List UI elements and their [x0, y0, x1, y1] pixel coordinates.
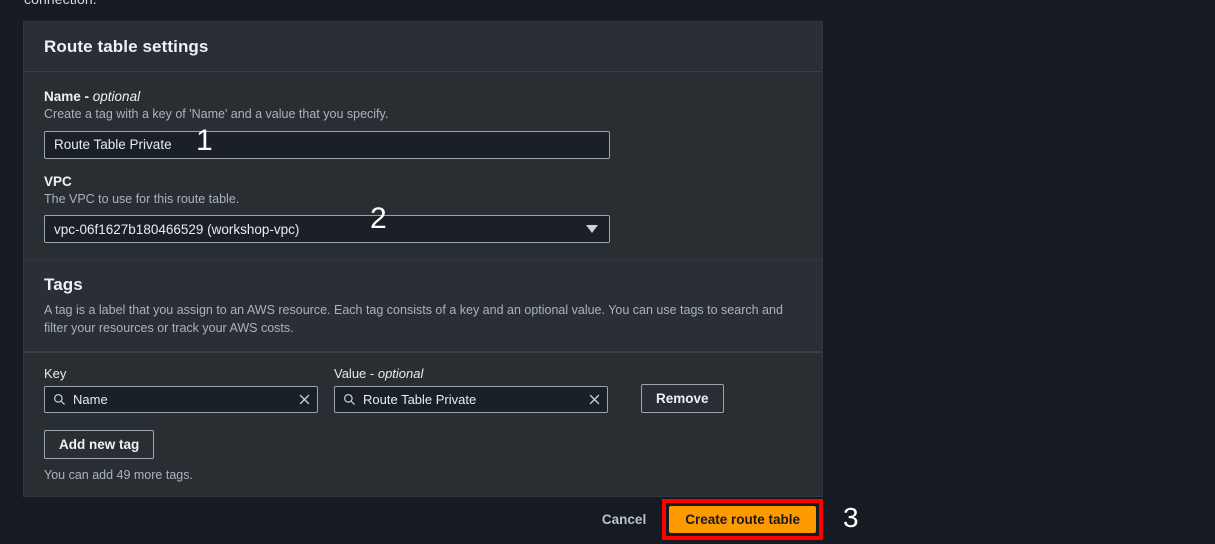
- tags-description: A tag is a label that you assign to an A…: [44, 303, 783, 336]
- close-icon[interactable]: [588, 393, 601, 406]
- tag-key-label: Key: [44, 366, 67, 382]
- name-label-optional: optional: [92, 89, 141, 104]
- name-field-description: Create a tag with a key of 'Name' and a …: [44, 107, 389, 121]
- tags-remaining-hint: You can add 49 more tags.: [44, 468, 193, 483]
- tag-value-label-optional: optional: [377, 366, 424, 382]
- annotation-highlight-box: Create route table: [662, 498, 823, 540]
- name-input[interactable]: Route Table Private: [44, 130, 610, 159]
- page-title: Route table settings: [44, 37, 209, 56]
- vpc-field-group: VPC The VPC to use for this route table.…: [44, 173, 802, 243]
- tag-key-input[interactable]: Name: [44, 386, 318, 414]
- settings-card-body: Name - optional Create a tag with a key …: [24, 72, 822, 263]
- name-label-text: Name -: [44, 89, 93, 104]
- name-field-group: Name - optional Create a tag with a key …: [44, 89, 802, 159]
- vpc-field-label: VPC: [44, 173, 72, 189]
- tag-key-column: Key Name: [44, 366, 334, 414]
- tags-card: Tags A tag is a label that you assign to…: [23, 259, 823, 498]
- chevron-down-icon: [586, 225, 598, 233]
- remove-tag-button[interactable]: Remove: [641, 384, 724, 414]
- tag-remove-column: Remove: [641, 384, 724, 414]
- name-input-value: Route Table Private: [54, 137, 172, 152]
- vpc-select-value: vpc-06f1627b180466529 (workshop-vpc): [54, 221, 300, 237]
- settings-card-header: Route table settings: [24, 22, 822, 72]
- search-icon: [53, 393, 66, 406]
- add-new-tag-button[interactable]: Add new tag: [44, 430, 155, 460]
- table-row: Key Name Value - optional Route Table Pr…: [44, 366, 802, 414]
- tags-card-header: Tags A tag is a label that you assign to…: [24, 260, 822, 353]
- search-icon: [343, 393, 356, 406]
- tag-value-label-text: Value -: [334, 366, 378, 382]
- annotation-number-3: 3: [843, 502, 859, 533]
- tag-value-column: Value - optional Route Table Private: [334, 366, 624, 414]
- cancel-button[interactable]: Cancel: [602, 512, 646, 527]
- tag-key-value: Name: [73, 392, 108, 408]
- truncated-page-text: connection.: [24, 0, 97, 7]
- tag-value-value: Route Table Private: [363, 392, 477, 408]
- vpc-field-description: The VPC to use for this route table.: [44, 191, 240, 206]
- name-field-label: Name - optional: [44, 89, 802, 104]
- route-table-settings-card: Route table settings Name - optional Cre…: [23, 21, 823, 264]
- create-route-table-button[interactable]: Create route table: [669, 505, 816, 533]
- form-footer: Cancel Create route table: [23, 495, 823, 543]
- tag-value-label: Value - optional: [334, 366, 624, 381]
- tags-card-body: Key Name Value - optional Route Table Pr…: [24, 352, 822, 497]
- vpc-select[interactable]: vpc-06f1627b180466529 (workshop-vpc): [44, 215, 610, 243]
- tags-title: Tags: [44, 275, 83, 294]
- close-icon[interactable]: [298, 393, 311, 406]
- tag-value-input[interactable]: Route Table Private: [334, 386, 608, 414]
- add-tag-wrapper: Add new tag: [44, 430, 802, 460]
